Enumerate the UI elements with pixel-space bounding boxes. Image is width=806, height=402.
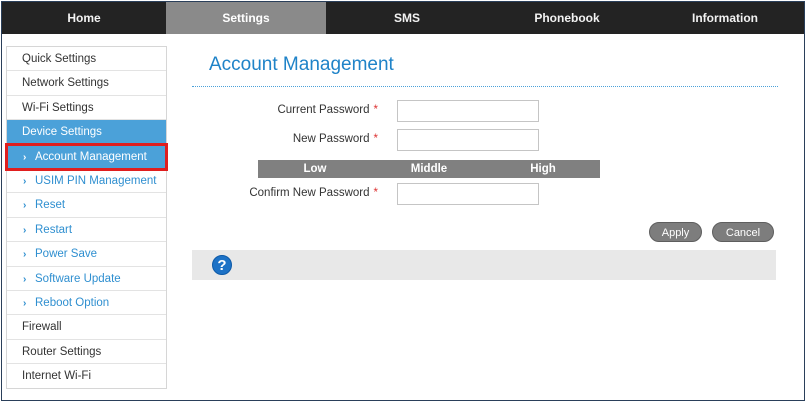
sidebar-item-label: Reset	[35, 199, 66, 212]
sidebar-item-label: USIM PIN Management	[35, 174, 157, 187]
sidebar-item-power-save[interactable]: › Power Save	[7, 242, 166, 267]
sidebar-item-label: Restart	[35, 223, 73, 236]
title-divider	[192, 86, 778, 87]
new-password-field[interactable]	[397, 129, 539, 151]
strength-middle-label: Middle	[410, 163, 448, 175]
strength-low-label: Low	[303, 163, 327, 175]
sidebar-item-network-settings[interactable]: Network Settings	[7, 71, 166, 96]
cancel-button[interactable]: Cancel	[712, 222, 774, 242]
apply-button[interactable]: Apply	[649, 222, 702, 242]
sidebar-item-reset[interactable]: › Reset	[7, 193, 166, 218]
sidebar-item-firewall[interactable]: Firewall	[7, 315, 166, 340]
current-password-label: Current Password *	[277, 104, 378, 116]
tab-phonebook[interactable]: Phonebook	[488, 2, 646, 34]
required-mark: *	[373, 133, 378, 145]
sidebar-item-reboot-option[interactable]: › Reboot Option	[7, 291, 166, 316]
tab-information[interactable]: Information	[646, 2, 804, 34]
tab-home[interactable]: Home	[2, 2, 166, 34]
sidebar-item-software-update[interactable]: › Software Update	[7, 267, 166, 291]
sidebar-item-label: Reboot Option	[35, 296, 110, 309]
sidebar-item-wifi-settings[interactable]: Wi-Fi Settings	[7, 96, 166, 121]
sidebar-item-label: Power Save	[35, 248, 98, 261]
chevron-right-icon: ›	[23, 297, 27, 309]
chevron-right-icon: ›	[23, 151, 27, 163]
router-admin-window: Home Settings SMS Phonebook Information …	[1, 1, 805, 401]
page-title: Account Management	[209, 54, 394, 75]
tab-sms[interactable]: SMS	[326, 2, 488, 34]
sidebar-item-label: Software Update	[35, 272, 121, 285]
current-password-field[interactable]	[397, 100, 539, 122]
required-mark: *	[373, 104, 378, 116]
tab-settings[interactable]: Settings	[166, 2, 326, 34]
help-icon[interactable]: ?	[212, 255, 232, 275]
sidebar-item-internet-wifi[interactable]: Internet Wi-Fi	[7, 364, 166, 388]
confirm-password-label: Confirm New Password *	[249, 187, 378, 199]
chevron-right-icon: ›	[23, 175, 27, 187]
sidebar-item-restart[interactable]: › Restart	[7, 218, 166, 243]
current-password-row: Current Password *	[192, 100, 778, 122]
chevron-right-icon: ›	[23, 249, 27, 261]
chevron-right-icon: ›	[23, 200, 27, 212]
sidebar-item-account-management[interactable]: › Account Management	[5, 142, 168, 171]
password-strength-meter: Low Middle High	[258, 160, 600, 178]
confirm-password-row: Confirm New Password *	[192, 183, 778, 205]
strength-high-label: High	[530, 163, 556, 175]
sidebar-item-quick-settings[interactable]: Quick Settings	[7, 47, 166, 72]
sidebar-item-usim-pin-management[interactable]: › USIM PIN Management	[7, 169, 166, 194]
chevron-right-icon: ›	[23, 224, 27, 236]
required-mark: *	[373, 187, 378, 199]
confirm-password-field[interactable]	[397, 183, 539, 205]
sidebar-item-device-settings[interactable]: Device Settings	[7, 120, 166, 145]
top-nav: Home Settings SMS Phonebook Information	[2, 2, 804, 34]
new-password-row: New Password *	[192, 129, 778, 151]
main-content: Account Management Current Password * New…	[192, 46, 778, 280]
sidebar-item-router-settings[interactable]: Router Settings	[7, 340, 166, 365]
sidebar-item-label: Account Management	[35, 150, 147, 163]
help-bar: ?	[192, 250, 776, 280]
new-password-label: New Password *	[292, 133, 378, 145]
chevron-right-icon: ›	[23, 273, 27, 285]
sidebar: Quick Settings Network Settings Wi-Fi Se…	[5, 46, 168, 390]
